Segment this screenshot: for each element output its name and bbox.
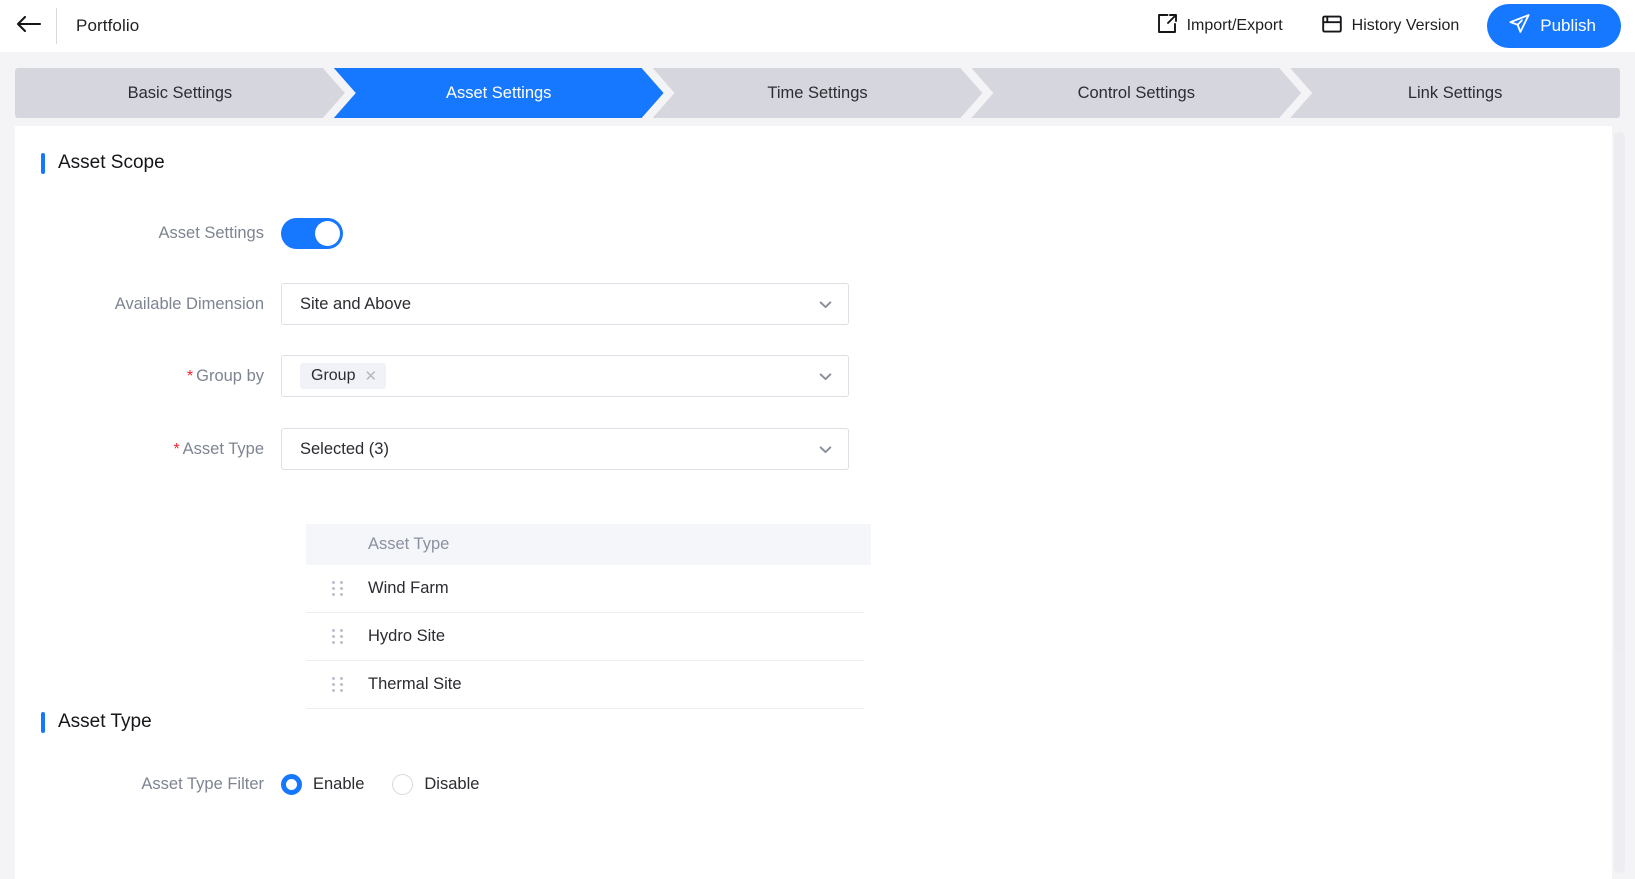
field-label: Asset Settings [41, 224, 281, 243]
field-asset-type: *Asset Type Selected (3) [41, 428, 849, 470]
field-asset-settings: Asset Settings [41, 218, 343, 249]
radio-circle-icon [281, 774, 302, 795]
import-export-label: Import/Export [1187, 17, 1283, 35]
field-label: *Asset Type [41, 440, 281, 459]
group-by-select[interactable]: Group ✕ [281, 355, 849, 397]
asset-type-filter-radio-group: Enable Disable [281, 774, 479, 795]
import-export-button[interactable]: Import/Export [1146, 7, 1293, 46]
field-group-by: *Group by Group ✕ [41, 355, 849, 397]
arrow-left-icon [15, 14, 42, 39]
step-label: Basic Settings [128, 84, 233, 103]
drag-handle-icon[interactable] [306, 629, 368, 644]
history-folder-icon [1321, 13, 1343, 40]
field-label: Available Dimension [41, 295, 281, 314]
tag-label: Group [311, 367, 355, 385]
section-accent-bar [41, 712, 45, 733]
publish-label: Publish [1540, 16, 1596, 36]
header-actions: Import/Export History Version Publish [1146, 4, 1635, 48]
content-scrollbar[interactable] [1614, 132, 1625, 873]
drag-handle-icon[interactable] [306, 581, 368, 596]
step-asset-settings[interactable]: Asset Settings [334, 68, 664, 118]
section-accent-bar [41, 153, 45, 174]
scrollbar-thumb[interactable] [1614, 132, 1625, 652]
required-asterisk: * [173, 441, 179, 458]
settings-content-panel: Asset Scope Asset Settings Available Dim… [15, 126, 1612, 879]
step-label: Time Settings [767, 84, 867, 103]
radio-label: Disable [424, 775, 479, 794]
list-item-label: Wind Farm [368, 579, 449, 598]
field-label: *Group by [41, 367, 281, 386]
list-item-label: Hydro Site [368, 627, 445, 646]
list-column-header: Asset Type [306, 524, 871, 565]
chevron-down-icon [817, 441, 834, 458]
drag-handle-icon[interactable] [306, 677, 368, 692]
field-label: Asset Type Filter [41, 775, 281, 794]
step-label: Link Settings [1408, 84, 1502, 103]
tag-remove-icon[interactable]: ✕ [364, 369, 377, 384]
group-by-tag: Group ✕ [300, 363, 386, 389]
table-row[interactable]: Hydro Site [306, 613, 864, 661]
list-item-label: Thermal Site [368, 675, 462, 694]
header-divider [56, 8, 57, 44]
asset-type-select[interactable]: Selected (3) [281, 428, 849, 470]
field-asset-type-filter: Asset Type Filter Enable Disable [41, 774, 479, 795]
table-row[interactable]: Wind Farm [306, 565, 864, 613]
asset-type-order-list: Asset Type Wind Farm Hydro Site Thermal … [306, 524, 871, 709]
field-available-dimension: Available Dimension Site and Above [41, 283, 849, 325]
radio-label: Enable [313, 775, 364, 794]
step-label: Control Settings [1078, 84, 1195, 103]
step-basic-settings[interactable]: Basic Settings [15, 68, 345, 118]
asset-settings-toggle[interactable] [281, 218, 343, 249]
chevron-down-icon [817, 368, 834, 385]
step-navigation: Basic Settings Asset Settings Time Setti… [15, 68, 1620, 118]
field-label-text: Group by [196, 367, 264, 385]
page-title: Portfolio [76, 16, 139, 36]
required-asterisk: * [187, 368, 193, 385]
send-plane-icon [1508, 12, 1531, 40]
available-dimension-select[interactable]: Site and Above [281, 283, 849, 325]
app-header: Portfolio Import/Export History Version [0, 0, 1635, 52]
section-header-asset-scope: Asset Scope [41, 152, 165, 174]
radio-circle-icon [392, 774, 413, 795]
step-link-settings[interactable]: Link Settings [1290, 68, 1620, 118]
step-label: Asset Settings [446, 84, 551, 103]
toggle-knob [315, 221, 340, 246]
field-label-text: Asset Type [183, 440, 264, 458]
import-export-icon [1156, 13, 1178, 40]
step-control-settings[interactable]: Control Settings [971, 68, 1301, 118]
table-row[interactable]: Thermal Site [306, 661, 864, 709]
publish-button[interactable]: Publish [1487, 4, 1621, 48]
chevron-down-icon [817, 296, 834, 313]
back-button[interactable] [0, 0, 56, 52]
section-title: Asset Type [58, 711, 152, 733]
select-value: Selected (3) [300, 440, 389, 459]
radio-enable[interactable]: Enable [281, 774, 364, 795]
history-version-label: History Version [1352, 17, 1460, 35]
step-time-settings[interactable]: Time Settings [653, 68, 983, 118]
section-title: Asset Scope [58, 152, 165, 174]
radio-disable[interactable]: Disable [392, 774, 479, 795]
history-version-button[interactable]: History Version [1311, 7, 1470, 46]
select-value: Site and Above [300, 295, 411, 314]
section-header-asset-type: Asset Type [41, 711, 152, 733]
